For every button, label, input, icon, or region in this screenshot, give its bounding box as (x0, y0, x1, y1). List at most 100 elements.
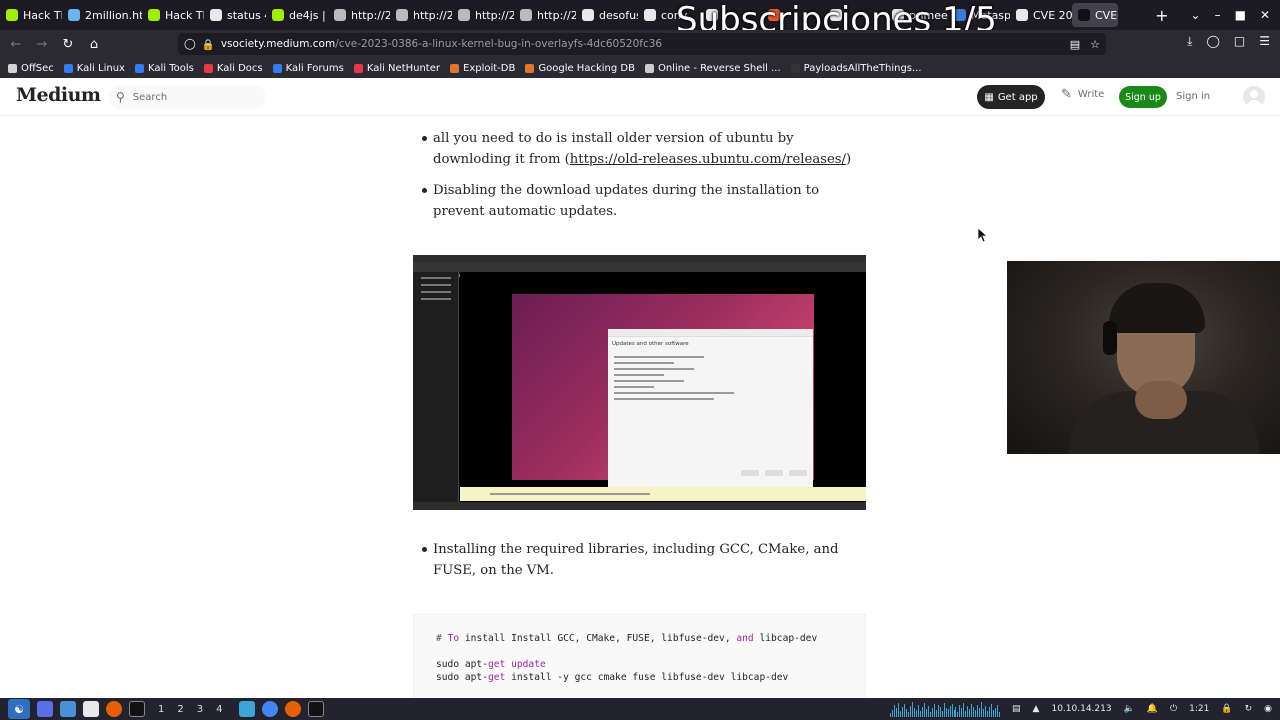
sign-up-button[interactable]: Sign up (1119, 86, 1167, 108)
extensions-icon[interactable]: □ (1234, 34, 1245, 49)
vpn-icon[interactable]: ▲ (1033, 704, 1040, 714)
search-input[interactable]: ⚲ Search (108, 85, 266, 109)
kali-menu-icon[interactable]: ☯ (8, 699, 30, 719)
visualizer-bar (973, 707, 975, 717)
bookmark-item[interactable]: Exploit-DB (450, 63, 515, 74)
mouse-cursor-icon (978, 228, 988, 243)
new-tab-icon[interactable]: + (1147, 6, 1176, 25)
visualizer-bar (991, 704, 993, 717)
tab-favicon-icon (210, 9, 222, 21)
browser-tab[interactable]: http://2mil (452, 0, 514, 30)
workspace-button[interactable]: 2 (177, 704, 183, 715)
network-icon[interactable]: ◉ (1264, 704, 1272, 714)
text-editor-icon[interactable] (83, 701, 99, 717)
browser-tab[interactable]: desofus (576, 0, 638, 30)
browser-nav-bar: ← → ↻ ⌂ ◯ 🔒 vsociety.medium.com/cve-2023… (0, 30, 1280, 58)
bookmark-item[interactable]: Kali Linux (63, 63, 125, 74)
sign-in-link[interactable]: Sign in (1176, 91, 1210, 102)
tab-favicon-icon (148, 9, 160, 21)
firefox-window-icon[interactable] (284, 701, 301, 717)
terminal-icon[interactable] (129, 701, 145, 717)
browser-tab[interactable]: Hack Th (0, 0, 62, 30)
refresh-icon[interactable]: ↻ (1245, 704, 1253, 714)
visualizer-bar (893, 705, 895, 717)
terminal-window-icon[interactable] (307, 701, 324, 717)
visualizer-bar (959, 705, 961, 717)
workspace-button[interactable]: 4 (216, 704, 222, 715)
tab-favicon-icon (582, 9, 594, 21)
visualizer-bar (975, 710, 977, 717)
chromium-icon[interactable] (261, 701, 278, 717)
bookmark-item[interactable]: Google Hacking DB (525, 63, 635, 74)
browser-tab[interactable]: 2million.ht (62, 0, 142, 30)
bookmark-item[interactable]: PayloadsAllTheThings... (790, 62, 922, 74)
tab-label: de4js | (289, 8, 326, 22)
back-icon[interactable]: ← (4, 32, 28, 56)
code-token: install -y gcc cmake fuse libfuse-dev li… (505, 672, 789, 683)
browser-tab[interactable]: Hack Th (142, 0, 204, 30)
maximize-icon[interactable]: ■ (1235, 8, 1246, 22)
medium-logo[interactable]: Medium (16, 84, 101, 106)
code-token: get (487, 672, 506, 683)
lock-icon[interactable]: 🔒 (202, 38, 215, 51)
bookmark-label: PayloadsAllTheThings... (803, 62, 922, 74)
browser-tab[interactable]: CVE-✕ (1072, 3, 1118, 27)
visualizer-bar (929, 712, 931, 717)
bookmark-item[interactable]: Online - Reverse Shell ... (644, 63, 781, 74)
download-icon[interactable]: ⤓ (1187, 34, 1192, 49)
visualizer-bar (891, 710, 893, 717)
burp-icon[interactable] (238, 701, 255, 717)
file-manager-icon[interactable] (60, 701, 76, 717)
bookmark-item[interactable]: Kali Forums (272, 63, 344, 74)
bookmark-favicon-icon (790, 63, 800, 73)
visualizer-bar (981, 702, 983, 717)
old-releases-link[interactable]: https://old-releases.ubuntu.com/releases… (570, 152, 846, 167)
browser-tab[interactable]: http://2mil (390, 0, 452, 30)
browser-tab[interactable]: status 4 (204, 0, 266, 30)
write-button[interactable]: ✎ Write (1061, 87, 1104, 102)
bookmark-item[interactable]: OffSec (8, 63, 54, 74)
bookmark-item[interactable]: Kali NetHunter (353, 63, 440, 74)
menu-icon[interactable]: ☰ (1259, 34, 1270, 49)
visualizer-bar (905, 709, 907, 717)
bookmark-item[interactable]: Kali Tools (134, 63, 194, 74)
display-icon[interactable]: ▤ (1012, 704, 1021, 714)
lock-screen-icon[interactable]: 🔒 (1221, 704, 1232, 714)
notification-bell-icon[interactable]: 🔔 (1147, 704, 1158, 714)
bookmark-star-icon[interactable]: ☆ (1090, 38, 1100, 51)
workspace-button[interactable]: 3 (197, 704, 203, 715)
get-app-button[interactable]: ▦ Get app (977, 85, 1045, 109)
close-window-icon[interactable]: ✕ (1260, 8, 1270, 22)
visualizer-bar (931, 708, 933, 717)
avatar[interactable] (1243, 86, 1265, 108)
pencil-icon: ✎ (1061, 87, 1072, 102)
url-bar[interactable]: ◯ 🔒 vsociety.medium.com/cve-2023-0386-a-… (178, 33, 1106, 55)
reload-icon[interactable]: ↻ (56, 32, 80, 56)
browser-tab[interactable]: CVE 20 (1010, 0, 1072, 30)
tab-favicon-icon (1016, 9, 1028, 21)
home-icon[interactable]: ⌂ (82, 32, 106, 56)
volume-icon[interactable]: 🔈 (1124, 704, 1135, 714)
forward-icon[interactable]: → (30, 32, 54, 56)
desktop-icon[interactable] (37, 701, 53, 717)
workspace-button[interactable]: 1 (158, 704, 164, 715)
reader-view-icon[interactable]: ▤ (1070, 38, 1080, 51)
browser-tab[interactable]: http://2mil (328, 0, 390, 30)
bookmark-favicon-icon (644, 63, 654, 73)
visualizer-bar (935, 710, 937, 717)
visualizer-bar (961, 708, 963, 717)
shield-icon[interactable]: ◯ (184, 38, 196, 50)
power-icon[interactable]: ⏻ (1170, 704, 1177, 714)
account-icon[interactable]: ◯ (1206, 34, 1219, 49)
firefox-icon[interactable] (106, 701, 122, 717)
visualizer-bar (941, 711, 943, 717)
code-token: install Install GCC, CMake, FUSE, libfus… (459, 633, 737, 644)
visualizer-bar (949, 706, 951, 717)
browser-tab[interactable]: de4js | (266, 0, 328, 30)
browser-tab[interactable]: http://2mil (514, 0, 576, 30)
minimize-icon[interactable]: – (1215, 8, 1221, 22)
code-token: libcap-dev (753, 633, 818, 644)
bookmark-item[interactable]: Kali Docs (203, 63, 263, 74)
tab-label: Hack Th (23, 8, 62, 22)
tab-list-chevron-icon[interactable]: ⌄ (1191, 8, 1201, 22)
